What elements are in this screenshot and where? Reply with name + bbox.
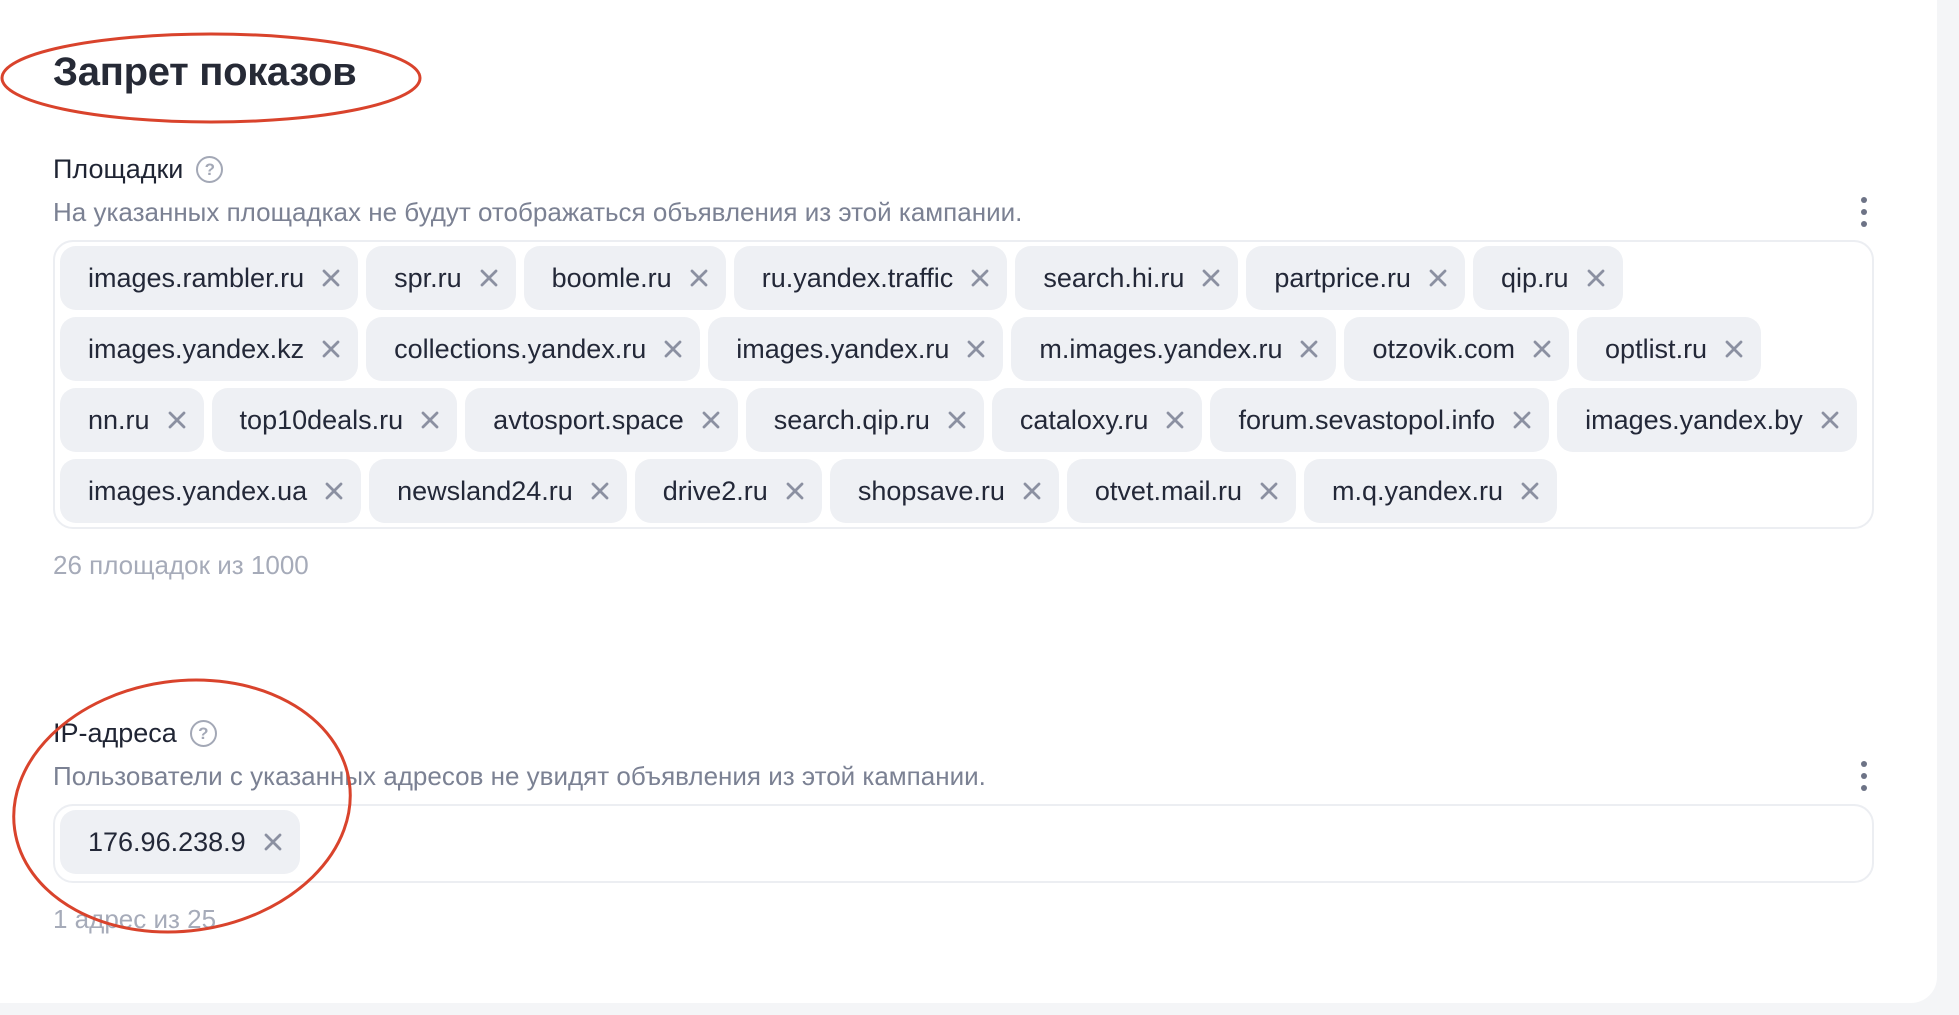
ips-section: IP-адреса ? Пользователи с указанных адр… bbox=[53, 716, 1874, 935]
close-icon[interactable] bbox=[944, 407, 970, 433]
tag-chip: boomle.ru bbox=[523, 246, 726, 310]
close-icon[interactable] bbox=[686, 265, 712, 291]
ips-label: IP-адреса bbox=[53, 717, 177, 748]
help-icon[interactable]: ? bbox=[189, 719, 217, 747]
tag-label: otvet.mail.ru bbox=[1094, 475, 1242, 506]
close-icon[interactable] bbox=[321, 478, 347, 504]
close-icon[interactable] bbox=[1517, 478, 1543, 504]
close-icon[interactable] bbox=[963, 336, 989, 362]
tag-label: 176.96.238.9 bbox=[88, 826, 246, 857]
tag-chip: 176.96.238.9 bbox=[60, 810, 300, 874]
tag-label: cataloxy.ru bbox=[1019, 404, 1149, 435]
tag-chip: images.yandex.kz bbox=[60, 317, 359, 381]
tag-chip: top10deals.ru bbox=[211, 388, 458, 452]
tag-chip: images.yandex.ru bbox=[708, 317, 1004, 381]
tag-chip: m.images.yandex.ru bbox=[1011, 317, 1337, 381]
tag-chip: collections.yandex.ru bbox=[366, 317, 701, 381]
tag-label: images.yandex.ua bbox=[88, 475, 308, 506]
tag-label: top10deals.ru bbox=[239, 404, 404, 435]
sites-label: Площадки bbox=[53, 153, 184, 184]
close-icon[interactable] bbox=[587, 478, 613, 504]
tag-label: otzovik.com bbox=[1372, 333, 1516, 364]
close-icon[interactable] bbox=[1296, 336, 1322, 362]
tag-label: shopsave.ru bbox=[857, 475, 1005, 506]
tag-chip: otvet.mail.ru bbox=[1066, 459, 1296, 523]
ips-description: Пользователи с указанных адресов не увид… bbox=[53, 761, 986, 791]
tag-label: ru.yandex.traffic bbox=[761, 262, 954, 293]
tag-label: images.yandex.kz bbox=[88, 333, 305, 364]
tag-chip: otzovik.com bbox=[1344, 317, 1570, 381]
tag-chip: images.yandex.ua bbox=[60, 459, 362, 523]
close-icon[interactable] bbox=[318, 265, 344, 291]
sites-tag-input[interactable]: images.rambler.ru spr.ru boomle.ru ru.yande… bbox=[53, 240, 1874, 529]
tag-chip: shopsave.ru bbox=[829, 459, 1059, 523]
tag-label: spr.ru bbox=[394, 262, 462, 293]
tag-label: optlist.ru bbox=[1605, 333, 1708, 364]
tag-chip: forum.sevastopol.info bbox=[1210, 388, 1550, 452]
close-icon[interactable] bbox=[1256, 478, 1282, 504]
close-icon[interactable] bbox=[1583, 265, 1609, 291]
tag-label: search.hi.ru bbox=[1043, 262, 1185, 293]
close-icon[interactable] bbox=[967, 265, 993, 291]
tag-label: collections.yandex.ru bbox=[394, 333, 647, 364]
tag-label: search.qip.ru bbox=[773, 404, 930, 435]
close-icon[interactable] bbox=[1529, 336, 1555, 362]
tag-chip: partprice.ru bbox=[1246, 246, 1465, 310]
tag-chip: ru.yandex.traffic bbox=[733, 246, 1008, 310]
tag-label: boomle.ru bbox=[551, 262, 672, 293]
tag-label: partprice.ru bbox=[1274, 262, 1411, 293]
tag-chip: images.yandex.by bbox=[1557, 388, 1857, 452]
close-icon[interactable] bbox=[782, 478, 808, 504]
close-icon[interactable] bbox=[660, 336, 686, 362]
tag-label: nn.ru bbox=[88, 404, 150, 435]
close-icon[interactable] bbox=[417, 407, 443, 433]
more-vertical-icon[interactable] bbox=[1852, 752, 1876, 800]
close-icon[interactable] bbox=[1019, 478, 1045, 504]
tag-label: m.q.yandex.ru bbox=[1331, 475, 1504, 506]
settings-card: Запрет показов Площадки ? На указанных п… bbox=[0, 0, 1937, 1003]
close-icon[interactable] bbox=[698, 407, 724, 433]
tag-label: images.rambler.ru bbox=[88, 262, 305, 293]
ips-tag-input[interactable]: 176.96.238.9 bbox=[53, 804, 1874, 883]
tag-chip: qip.ru bbox=[1472, 246, 1623, 310]
close-icon[interactable] bbox=[1721, 336, 1747, 362]
tag-chip: nn.ru bbox=[60, 388, 204, 452]
tag-label: m.images.yandex.ru bbox=[1039, 333, 1283, 364]
page-title: Запрет показов bbox=[53, 50, 357, 94]
tag-chip: spr.ru bbox=[366, 246, 516, 310]
close-icon[interactable] bbox=[318, 336, 344, 362]
close-icon[interactable] bbox=[476, 265, 502, 291]
close-icon[interactable] bbox=[260, 829, 286, 855]
tag-chip: search.hi.ru bbox=[1015, 246, 1239, 310]
tag-label: avtosport.space bbox=[493, 404, 684, 435]
close-icon[interactable] bbox=[1198, 265, 1224, 291]
sites-description: На указанных площадках не будут отобража… bbox=[53, 197, 1023, 227]
tag-chip: avtosport.space bbox=[465, 388, 738, 452]
sites-section: Площадки ? На указанных площадках не буд… bbox=[53, 152, 1874, 581]
tag-label: newsland24.ru bbox=[397, 475, 573, 506]
tag-label: images.yandex.ru bbox=[736, 333, 950, 364]
ips-counter: 1 адрес из 25 bbox=[53, 904, 217, 934]
tag-label: forum.sevastopol.info bbox=[1238, 404, 1496, 435]
close-icon[interactable] bbox=[1425, 265, 1451, 291]
tag-label: drive2.ru bbox=[662, 475, 768, 506]
tag-label: qip.ru bbox=[1500, 262, 1569, 293]
close-icon[interactable] bbox=[1509, 407, 1535, 433]
close-icon[interactable] bbox=[1162, 407, 1188, 433]
tag-chip: optlist.ru bbox=[1577, 317, 1762, 381]
tag-chip: m.q.yandex.ru bbox=[1303, 459, 1558, 523]
tag-label: images.yandex.by bbox=[1585, 404, 1803, 435]
sites-counter: 26 площадок из 1000 bbox=[53, 550, 309, 580]
tag-chip: newsland24.ru bbox=[369, 459, 627, 523]
tag-chip: search.qip.ru bbox=[745, 388, 984, 452]
tag-chip: drive2.ru bbox=[634, 459, 822, 523]
more-vertical-icon[interactable] bbox=[1852, 188, 1876, 236]
close-icon[interactable] bbox=[164, 407, 190, 433]
tag-chip: images.rambler.ru bbox=[60, 246, 359, 310]
help-icon[interactable]: ? bbox=[196, 155, 224, 183]
close-icon[interactable] bbox=[1817, 407, 1843, 433]
tag-chip: cataloxy.ru bbox=[991, 388, 1203, 452]
